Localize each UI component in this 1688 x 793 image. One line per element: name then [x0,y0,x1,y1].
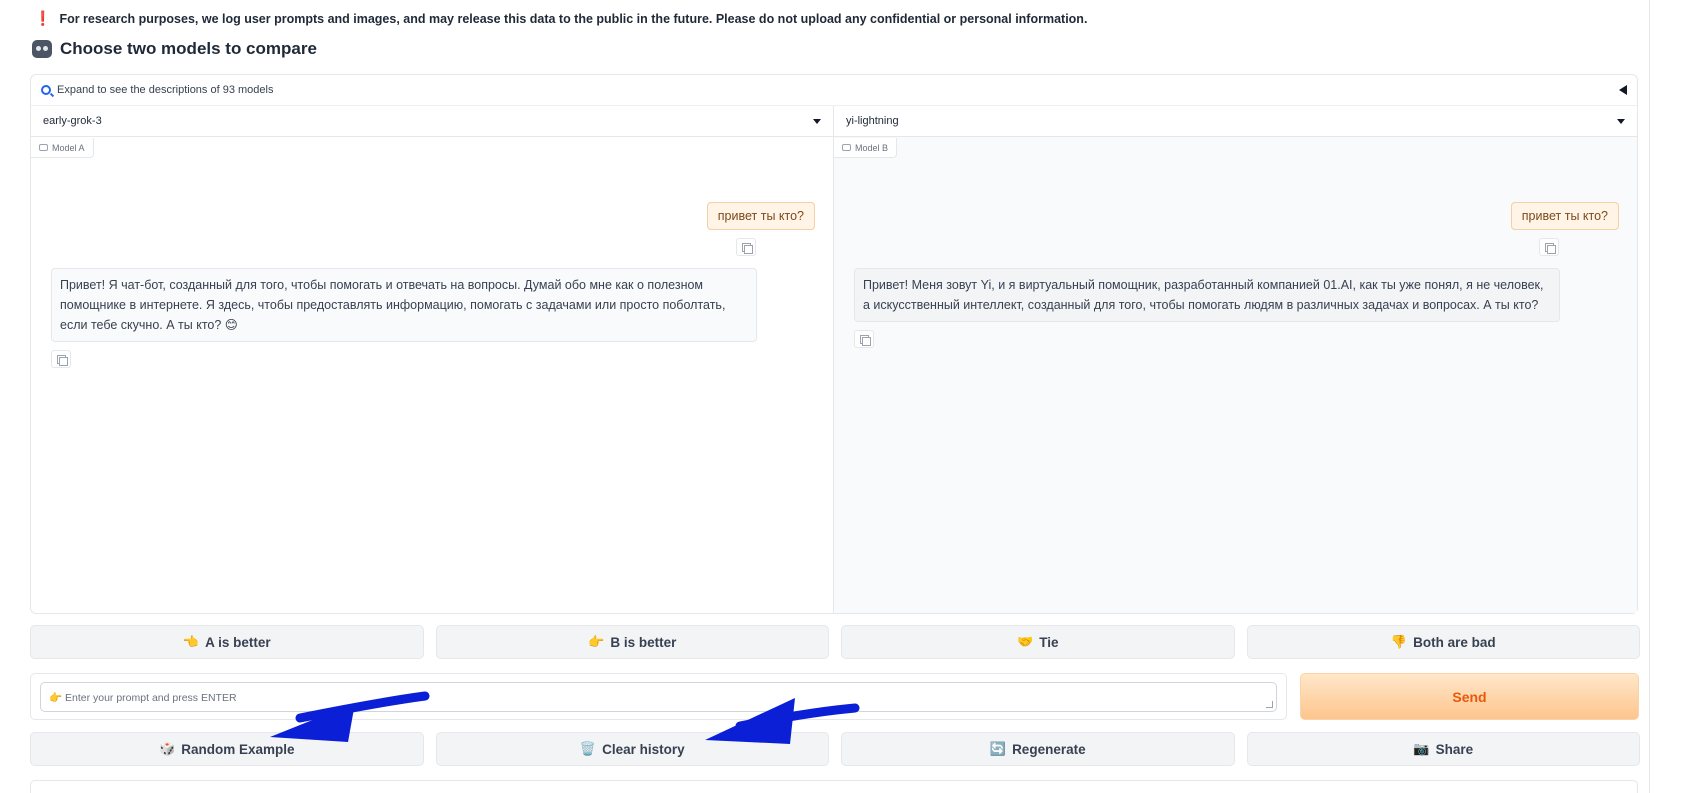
point-right-icon: 👉 [588,634,605,649]
user-message: привет ты кто? [706,202,815,230]
chevron-down-icon [1617,118,1625,124]
user-message: привет ты кто? [1510,202,1619,230]
vote-buttons: 👈 A is better 👉 B is better 🤝 Tie 👎 Both… [30,625,1640,659]
privacy-notice-text: For research purposes, we log user promp… [59,11,1088,26]
robot-icon [32,40,52,58]
collapse-triangle-icon[interactable] [1619,85,1627,95]
model-b-pane: yi-lightning Model B привет ты кто? Прив… [834,106,1637,613]
privacy-notice: ❗ For research purposes, we log user pro… [34,10,1087,27]
accordion-label: Expand to see the descriptions of 93 mod… [57,84,274,96]
refresh-icon: 🔄 [989,741,1007,756]
chat-icon [842,144,851,151]
camera-icon: 📷 [1413,741,1430,756]
chevron-down-icon [813,118,821,124]
both-are-bad-button[interactable]: 👎 Both are bad [1246,625,1640,659]
b-is-better-label: B is better [610,634,677,650]
model-b-dropdown[interactable]: yi-lightning [834,106,1637,137]
model-a-tag-label: Model A [52,142,85,153]
handshake-icon: 🤝 [1017,634,1034,649]
prompt-container: 👉 Enter your prompt and press ENTER [30,673,1287,720]
chat-icon [39,144,48,151]
magnifier-icon [41,85,51,95]
resize-handle-icon[interactable] [1266,701,1273,708]
model-a-tag: Model A [31,138,94,158]
model-a-pane: early-grok-3 Model A привет ты кто? Прив… [31,106,834,613]
a-is-better-button[interactable]: 👈 A is better [30,625,424,659]
clear-history-button[interactable]: 🗑️ Clear history [435,732,829,766]
copy-icon[interactable] [51,350,71,368]
tie-button[interactable]: 🤝 Tie [841,625,1235,659]
prompt-textarea[interactable]: 👉 Enter your prompt and press ENTER [40,682,1277,712]
bottom-accordion[interactable] [30,780,1638,793]
action-buttons: 🎲 Random Example 🗑️ Clear history 🔄 Rege… [30,732,1640,766]
tie-label: Tie [1039,634,1059,650]
model-a-dropdown[interactable]: early-grok-3 [31,106,833,137]
copy-icon[interactable] [854,330,874,348]
regenerate-label: Regenerate [1012,741,1086,757]
share-label: Share [1435,741,1474,757]
model-b-selected: yi-lightning [846,115,899,127]
trash-icon: 🗑️ [579,741,597,756]
page-title: Choose two models to compare [60,39,317,58]
exclamation-icon: ❗ [34,10,52,26]
regenerate-button[interactable]: 🔄 Regenerate [841,732,1235,766]
share-button[interactable]: 📷 Share [1246,732,1640,766]
a-is-better-label: A is better [205,634,271,650]
model-b-tag-label: Model B [855,142,889,153]
clear-history-label: Clear history [602,741,685,757]
bot-message: Привет! Меня зовут Yi, и я виртуальный п… [854,268,1560,322]
random-example-button[interactable]: 🎲 Random Example [30,732,424,766]
thumbs-down-icon: 👎 [1390,634,1408,649]
compare-panel: Expand to see the descriptions of 93 mod… [30,74,1638,614]
dice-icon: 🎲 [159,741,176,756]
b-is-better-button[interactable]: 👉 B is better [435,625,829,659]
prompt-placeholder: 👉 Enter your prompt and press ENTER [49,691,237,704]
model-descriptions-accordion[interactable]: Expand to see the descriptions of 93 mod… [31,75,1637,106]
random-example-label: Random Example [181,741,295,757]
copy-icon[interactable] [1539,238,1559,256]
model-a-selected: early-grok-3 [43,115,102,127]
both-are-bad-label: Both are bad [1413,634,1496,650]
model-b-tag: Model B [834,138,898,158]
page-title-row: Choose two models to compare [32,39,317,59]
point-left-icon: 👈 [182,634,200,649]
send-button[interactable]: Send [1300,673,1639,720]
copy-icon[interactable] [736,238,756,256]
bot-message: Привет! Я чат-бот, созданный для того, ч… [51,268,757,342]
